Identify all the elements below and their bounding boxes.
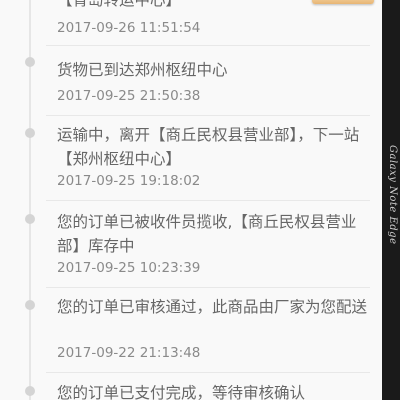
entry-time: 2017-09-25 19:18:02 bbox=[57, 173, 201, 189]
timeline-dot bbox=[25, 386, 35, 396]
entry-time: 2017-09-26 11:51:54 bbox=[57, 20, 201, 36]
entry-message: 您的订单已被收件员揽收,【商丘民权县营业部】库存中 bbox=[57, 213, 357, 255]
entry-time: 2017-09-22 21:13:48 bbox=[57, 345, 201, 361]
timeline-entry: 【青岛转运中心】 2017-09-26 11:51:54 bbox=[46, 0, 370, 46]
timeline-entry: 货物已到达郑州枢纽中心 2017-09-25 21:50:38 bbox=[46, 57, 370, 116]
timeline-entry: 您的订单已被收件员揽收,【商丘民权县营业部】库存中 2017-09-25 10:… bbox=[46, 202, 370, 288]
entry-time: 2017-09-25 10:23:39 bbox=[57, 260, 201, 276]
entry-divider bbox=[46, 372, 370, 373]
entry-divider bbox=[46, 45, 370, 46]
timeline-dot bbox=[25, 128, 35, 138]
timeline-dot bbox=[25, 300, 35, 310]
entry-message: 【青岛转运中心】 bbox=[57, 0, 182, 9]
edge-screen-panel[interactable]: Galaxy Note Edge bbox=[382, 0, 400, 400]
entry-divider bbox=[46, 200, 370, 201]
timeline-entry: 运输中，离开【商丘民权县营业部】，下一站【郑州枢纽中心】 2017-09-25 … bbox=[46, 116, 370, 202]
entry-message: 您的订单已审核通过，此商品由厂家为您配送 bbox=[57, 298, 368, 316]
timeline-entry: 您的订单已支付完成，等待审核确认 bbox=[46, 374, 370, 400]
entry-message: 货物已到达郑州枢纽中心 bbox=[57, 61, 228, 79]
timeline-dot bbox=[25, 214, 35, 224]
entry-message: 您的订单已支付完成，等待审核确认 bbox=[57, 384, 306, 400]
device-brand-label: Galaxy Note Edge bbox=[387, 145, 398, 245]
timeline-entry: 您的订单已审核通过，此商品由厂家为您配送 2017-09-22 21:13:48 bbox=[46, 288, 370, 374]
entry-message: 运输中，离开【商丘民权县营业部】，下一站【郑州枢纽中心】 bbox=[57, 126, 360, 168]
tracking-screen: 【青岛转运中心】 2017-09-26 11:51:54 货物已到达郑州枢纽中心… bbox=[0, 0, 382, 400]
entry-time: 2017-09-25 21:50:38 bbox=[57, 88, 201, 104]
timeline-dot bbox=[25, 57, 35, 67]
